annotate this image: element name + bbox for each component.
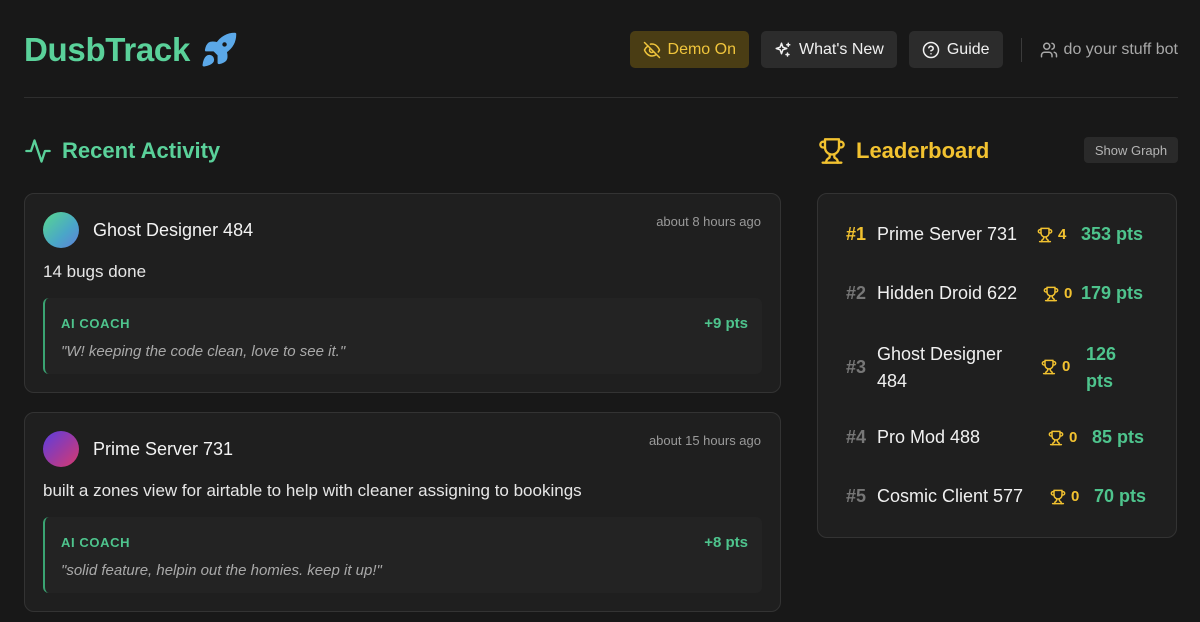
- whats-new-label: What's New: [798, 40, 884, 58]
- leaderboard-row[interactable]: #3 Ghost Designer 484 0 126 pts: [846, 339, 1156, 401]
- leaderboard-trophies: 4: [1037, 226, 1066, 243]
- activity-timestamp: about 8 hours ago: [656, 214, 761, 229]
- leaderboard-points: 70 pts: [1094, 486, 1147, 506]
- trophy-icon: [819, 138, 845, 164]
- leaderboard-header: Leaderboard: [818, 134, 989, 168]
- show-graph-button[interactable]: Show Graph: [1084, 137, 1178, 163]
- guide-button[interactable]: Guide: [908, 31, 1003, 68]
- brand[interactable]: DusbTrack: [24, 30, 238, 70]
- activity-card: Ghost Designer 484 about 8 hours ago 14 …: [24, 193, 781, 393]
- trophy-icon: [1037, 227, 1053, 242]
- help-circle-icon: [922, 41, 940, 58]
- activity-timestamp: about 15 hours ago: [648, 433, 761, 448]
- ai-coach-feedback: AI COACH +9 pts "W! keeping the code cle…: [43, 298, 762, 374]
- leaderboard-trophies: 0: [1048, 429, 1077, 446]
- leaderboard-name: Prime Server 731: [877, 224, 1018, 244]
- leaderboard-points: 353 pts: [1081, 224, 1144, 244]
- activity-text: built a zones view for airtable to help …: [43, 481, 582, 500]
- recent-activity-title: Recent Activity: [62, 138, 221, 163]
- leaderboard-rank: #1: [846, 224, 867, 244]
- avatar[interactable]: [43, 212, 79, 248]
- activity-text: 14 bugs done: [43, 262, 147, 281]
- guide-label: Guide: [946, 40, 990, 58]
- trophy-icon: [1041, 359, 1057, 374]
- leaderboard-trophies: 0: [1041, 358, 1070, 375]
- ai-coach-quote: "solid feature, helpin out the homies. k…: [61, 562, 382, 579]
- ai-coach-points: +9 pts: [704, 315, 748, 332]
- activity-card: Prime Server 731 about 15 hours ago buil…: [24, 412, 781, 612]
- sparkles-icon: [775, 42, 791, 57]
- leaderboard-row[interactable]: #5 Cosmic Client 577 0 70 pts: [846, 483, 1156, 541]
- leaderboard-title: Leaderboard: [856, 138, 990, 163]
- leaderboard-rank: #2: [846, 283, 867, 303]
- trophy-count: 4: [1058, 226, 1067, 243]
- leaderboard-row[interactable]: #2 Hidden Droid 622 0 179 pts: [846, 280, 1156, 338]
- trophy-count: 0: [1069, 429, 1078, 446]
- trophy-icon: [1050, 489, 1066, 504]
- ai-coach-feedback: AI COACH +8 pts "solid feature, helpin o…: [43, 517, 762, 593]
- trophy-icon: [1043, 286, 1059, 301]
- leaderboard-rank: #5: [846, 486, 867, 506]
- avatar[interactable]: [43, 431, 79, 467]
- leaderboard-name: Hidden Droid 622: [877, 283, 1018, 303]
- activity-user-name[interactable]: Ghost Designer 484: [93, 220, 253, 241]
- ai-coach-label: AI COACH: [61, 316, 131, 331]
- activity-icon: [25, 139, 51, 163]
- leaderboard-name: Ghost Designer 484: [877, 344, 1003, 391]
- leaderboard-row[interactable]: #4 Pro Mod 488 0 85 pts: [846, 424, 1156, 482]
- rocket-icon: [200, 31, 238, 69]
- demo-label: Demo On: [667, 40, 736, 58]
- leaderboard-trophies: 0: [1043, 285, 1072, 302]
- leaderboard-rank: #4: [846, 427, 867, 447]
- ai-coach-label: AI COACH: [61, 535, 131, 550]
- user-name: do your stuff bot: [1063, 40, 1178, 58]
- leaderboard-points: 179 pts: [1081, 283, 1144, 303]
- leaderboard-name: Pro Mod 488: [877, 427, 981, 447]
- nav-divider: [1020, 37, 1022, 62]
- top-nav: Demo On What's New Guide do your stuff b…: [629, 31, 1178, 68]
- ai-coach-quote: "W! keeping the code clean, love to see …: [61, 343, 346, 360]
- activity-user-name[interactable]: Prime Server 731: [93, 439, 233, 460]
- leaderboard-trophies: 0: [1050, 488, 1079, 505]
- eye-off-icon: [643, 41, 660, 58]
- app-header: DusbTrack Demo On What's New Guide do yo…: [24, 0, 1178, 98]
- leaderboard-name: Cosmic Client 577: [877, 486, 1024, 506]
- leaderboard-row[interactable]: #1 Prime Server 731 4 353 pts: [846, 221, 1156, 279]
- users-icon: [1040, 42, 1057, 57]
- leaderboard-points: 126 pts: [1086, 344, 1117, 391]
- app-title: DusbTrack: [24, 31, 191, 68]
- trophy-icon: [1048, 430, 1064, 445]
- leaderboard-rank: #3: [846, 357, 867, 377]
- ai-coach-points: +8 pts: [704, 534, 748, 551]
- trophy-count: 0: [1071, 488, 1080, 505]
- recent-activity-header: Recent Activity: [24, 134, 220, 168]
- demo-toggle-button[interactable]: Demo On: [629, 31, 749, 68]
- leaderboard-panel: #1 Prime Server 731 4 353 pts #2 Hidden …: [817, 193, 1177, 538]
- leaderboard-points: 85 pts: [1092, 427, 1145, 447]
- trophy-count: 0: [1062, 358, 1071, 375]
- whats-new-button[interactable]: What's New: [760, 31, 897, 68]
- trophy-count: 0: [1064, 285, 1073, 302]
- user-menu[interactable]: do your stuff bot: [1040, 41, 1178, 59]
